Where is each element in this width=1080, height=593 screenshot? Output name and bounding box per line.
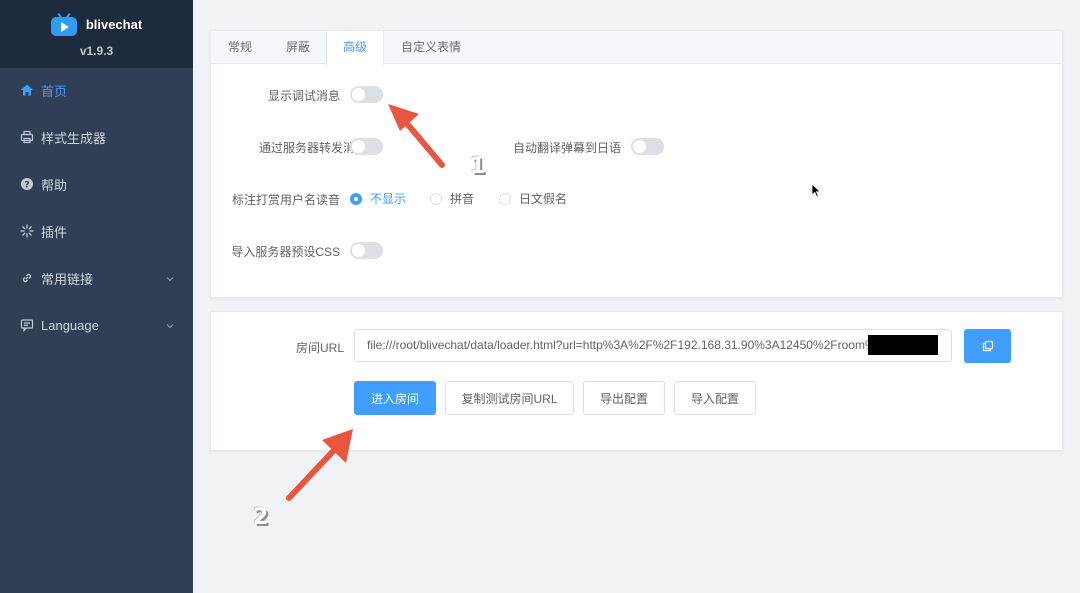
tab-custom-emotes[interactable]: 自定义表情 — [384, 31, 478, 64]
printer-icon — [20, 130, 34, 144]
server-relay-label: 通过服务器转发消息 — [258, 141, 367, 155]
radio-label: 不显示 — [370, 192, 407, 206]
tab-general[interactable]: 常规 — [211, 31, 269, 64]
radio-kana[interactable]: 日文假名 — [499, 190, 567, 207]
tab-bar: 常规 屏蔽 高级 自定义表情 — [211, 31, 1062, 65]
room-url-card: 房间URL file:///root/blivechat/data/loader… — [210, 311, 1063, 451]
export-config-button[interactable]: 导出配置 — [583, 381, 665, 415]
annotation-number-1: 1 — [470, 154, 486, 179]
radio-dot — [350, 192, 362, 205]
enter-room-button[interactable]: 进入房间 — [354, 381, 436, 415]
sidebar-item-home[interactable]: 首页 — [0, 67, 193, 113]
show-debug-label: 显示调试消息 — [267, 89, 340, 103]
sidebar-item-label: 帮助 — [41, 177, 68, 193]
radio-dot — [430, 192, 442, 205]
chevron-down-icon — [165, 319, 175, 334]
sidebar-item-links[interactable]: 常用链接 — [0, 255, 193, 301]
tab-block[interactable]: 屏蔽 — [269, 31, 327, 64]
import-css-switch[interactable] — [350, 242, 383, 259]
sidebar-item-style-generator[interactable]: 样式生成器 — [0, 114, 193, 160]
auto-translate-switch[interactable] — [631, 138, 664, 155]
radio-label: 拼音 — [450, 192, 475, 206]
import-config-button[interactable]: 导入配置 — [674, 381, 756, 415]
copy-icon — [982, 340, 993, 352]
radio-dot — [499, 192, 511, 205]
sidebar-item-label: 常用链接 — [41, 271, 94, 287]
import-css-label: 导入服务器预设CSS — [231, 245, 340, 259]
app-version: v1.9.3 — [79, 43, 114, 58]
room-url-label: 房间URL — [295, 341, 344, 355]
sidebar-item-plugins[interactable]: 插件 — [0, 208, 193, 254]
sidebar-item-label: 首页 — [41, 83, 68, 99]
link-icon — [20, 271, 34, 285]
svg-text:?: ? — [24, 180, 29, 190]
tv-logo-icon — [50, 12, 77, 36]
sidebar: blivechat v1.9.3 首页 样式生成器 ? 帮助 插件 常用链接 L… — [0, 0, 193, 593]
sidebar-item-label: 插件 — [41, 224, 68, 240]
radio-label: 日文假名 — [519, 192, 568, 206]
sidebar-item-language[interactable]: Language — [0, 302, 193, 348]
radio-no-display[interactable]: 不显示 — [350, 190, 406, 207]
mouse-cursor-icon — [811, 183, 821, 198]
copy-test-url-button[interactable]: 复制测试房间URL — [445, 381, 574, 415]
radio-pinyin[interactable]: 拼音 — [430, 190, 474, 207]
sidebar-item-label: 样式生成器 — [41, 130, 107, 146]
loading-icon — [20, 224, 34, 238]
server-relay-switch[interactable] — [350, 138, 383, 155]
home-icon — [20, 83, 34, 97]
redaction-block — [868, 335, 938, 355]
sidebar-item-help[interactable]: ? 帮助 — [0, 161, 193, 207]
auto-translate-label: 自动翻译弹幕到日语 — [512, 141, 621, 155]
logo[interactable]: blivechat — [50, 12, 143, 36]
room-url-input[interactable]: file:///root/blivechat/data/loader.html?… — [354, 329, 952, 362]
show-debug-switch[interactable] — [350, 86, 383, 103]
chevron-down-icon — [165, 272, 175, 287]
tab-advanced[interactable]: 高级 — [326, 31, 384, 65]
copy-url-button[interactable] — [964, 329, 1011, 363]
app-name: blivechat — [85, 16, 143, 32]
help-icon: ? — [20, 177, 34, 191]
chat-icon — [20, 318, 34, 332]
annotation-number-2: 2 — [253, 505, 269, 530]
sidebar-item-label: Language — [41, 317, 99, 333]
settings-card: 常规 屏蔽 高级 自定义表情 显示调试消息 通过服务器转发消息 自动翻译弹幕到日… — [210, 30, 1063, 298]
gift-reading-label: 标注打赏用户名读音 — [231, 193, 340, 207]
logo-area: blivechat v1.9.3 — [0, 0, 193, 68]
